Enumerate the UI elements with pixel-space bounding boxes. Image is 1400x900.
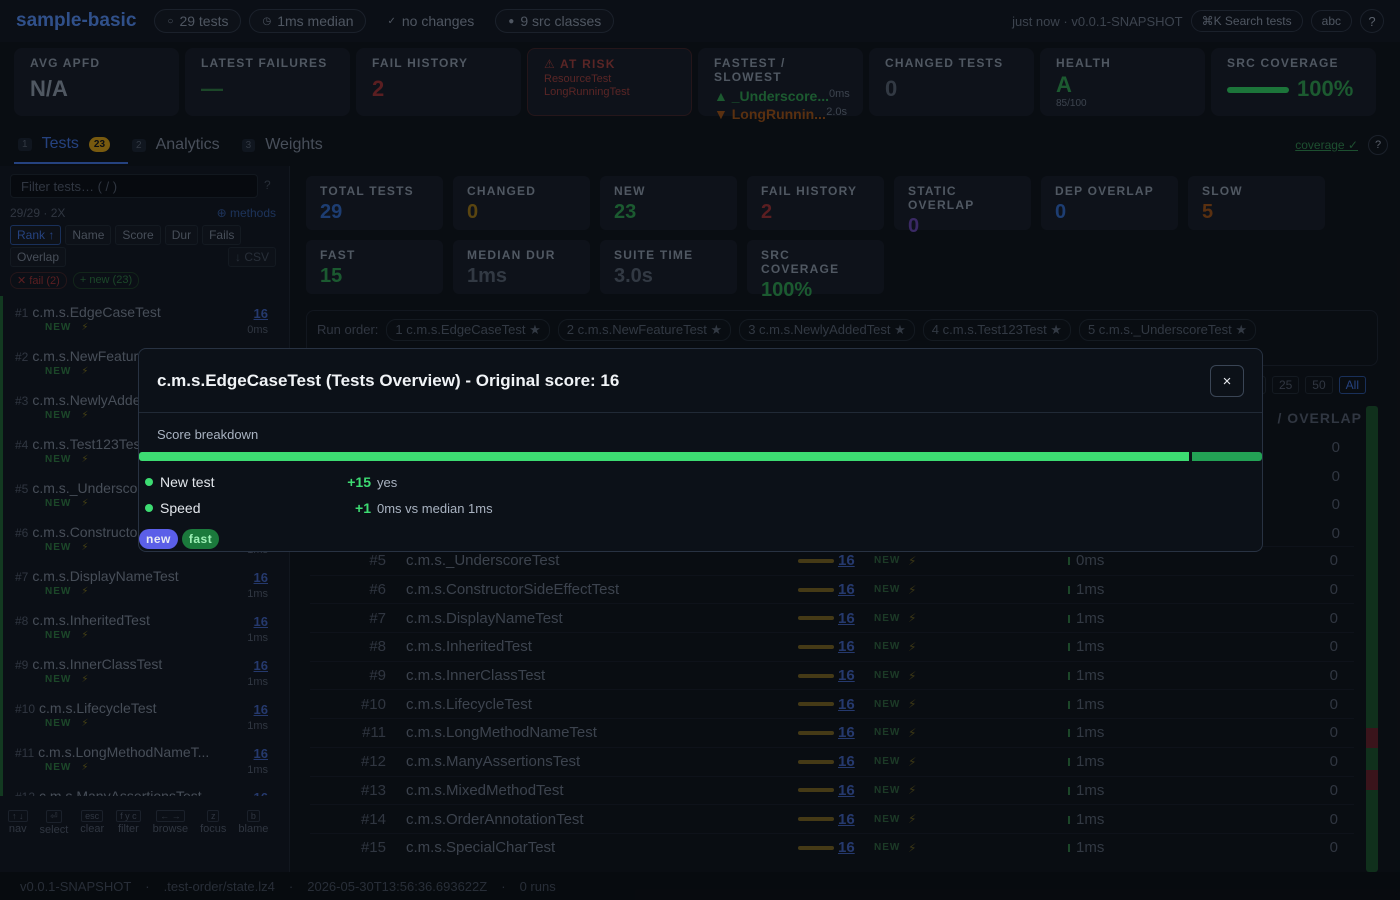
- close-icon: ×: [1222, 372, 1232, 390]
- breakdown-bar: [139, 452, 1262, 461]
- breakdown-row-new: New test +15 yes: [139, 469, 1262, 495]
- breakdown-rows: New test +15 yes Speed +1 0ms vs median …: [139, 469, 1262, 521]
- breakdown-label: Score breakdown: [157, 427, 259, 442]
- dot-icon: [145, 504, 153, 512]
- tag-new: new: [139, 529, 178, 549]
- score-breakdown-modal: c.m.s.EdgeCaseTest (Tests Overview) - Or…: [138, 348, 1263, 552]
- breakdown-row-speed: Speed +1 0ms vs median 1ms: [139, 495, 1262, 521]
- app-root: sample-basic ○ 29 tests ◷ 1ms median ✓ no c…: [0, 0, 1400, 900]
- dot-icon: [145, 478, 153, 486]
- breakdown-segment-new: [139, 452, 1189, 461]
- tag-fast: fast: [181, 529, 220, 549]
- breakdown-segment-speed: [1192, 452, 1262, 461]
- modal-title: c.m.s.EdgeCaseTest (Tests Overview) - Or…: [139, 349, 1262, 413]
- close-button[interactable]: ×: [1210, 365, 1244, 397]
- modal-tags: new fast: [139, 529, 220, 549]
